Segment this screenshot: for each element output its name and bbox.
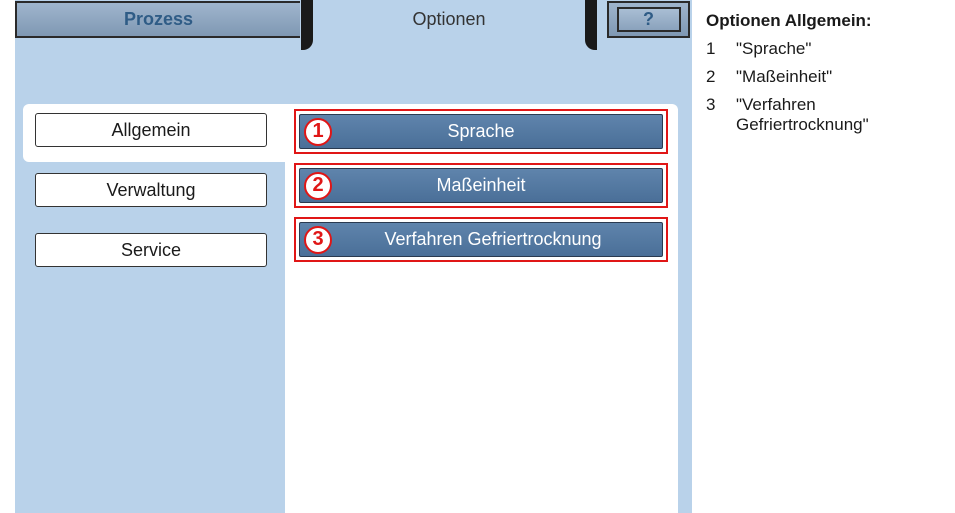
tab-prozess[interactable]: Prozess — [15, 1, 300, 38]
legend-item: 1 "Sprache" — [706, 39, 951, 59]
device-screen: Prozess Optionen ? Allgemein Verwaltung … — [15, 0, 692, 513]
legend-text: "Maßeinheit" — [736, 67, 833, 86]
category-label: Verwaltung — [106, 179, 196, 200]
callout-number-badge: 1 — [304, 117, 332, 146]
sprache-button[interactable]: Sprache — [299, 114, 663, 149]
category-label: Service — [120, 239, 182, 260]
tab-optionen-label: Optionen — [412, 9, 486, 29]
legend: Optionen Allgemein: 1 "Sprache" 2 "Maßei… — [706, 11, 951, 143]
option-label: Verfahren Gefriertrocknung — [384, 229, 602, 249]
tab-prozess-label: Prozess — [123, 9, 194, 29]
legend-number: 2 — [706, 67, 716, 86]
help-icon: ? — [643, 9, 654, 29]
option-highlight-frame: Sprache 1 — [294, 109, 668, 154]
option-label: Maßeinheit — [436, 175, 526, 195]
legend-title: Optionen Allgemein: — [706, 11, 872, 30]
masseinheit-button[interactable]: Maßeinheit — [299, 168, 663, 203]
callout-number-badge: 2 — [304, 171, 332, 200]
legend-item: 2 "Maßeinheit" — [706, 67, 951, 87]
legend-number: 3 — [706, 95, 716, 114]
category-verwaltung-button[interactable]: Verwaltung — [35, 173, 267, 207]
option-highlight-frame: Maßeinheit 2 — [294, 163, 668, 208]
option-label: Sprache — [447, 121, 515, 141]
verfahren-gefriertrocknung-button[interactable]: Verfahren Gefriertrocknung — [299, 222, 663, 257]
tab-help[interactable]: ? — [607, 1, 690, 38]
category-allgemein-button[interactable]: Allgemein — [35, 113, 267, 147]
help-button[interactable]: ? — [616, 7, 681, 32]
legend-text: "Sprache" — [736, 39, 812, 58]
tab-optionen[interactable]: Optionen — [301, 0, 597, 52]
legend-text: "Verfahren Gefriertrocknung" — [736, 95, 869, 134]
legend-item: 3 "Verfahren Gefriertrocknung" — [706, 95, 951, 135]
category-service-button[interactable]: Service — [35, 233, 267, 267]
category-label: Allgemein — [111, 119, 191, 140]
option-highlight-frame: Verfahren Gefriertrocknung 3 — [294, 217, 668, 262]
callout-number-badge: 3 — [304, 225, 332, 254]
legend-number: 1 — [706, 39, 716, 58]
